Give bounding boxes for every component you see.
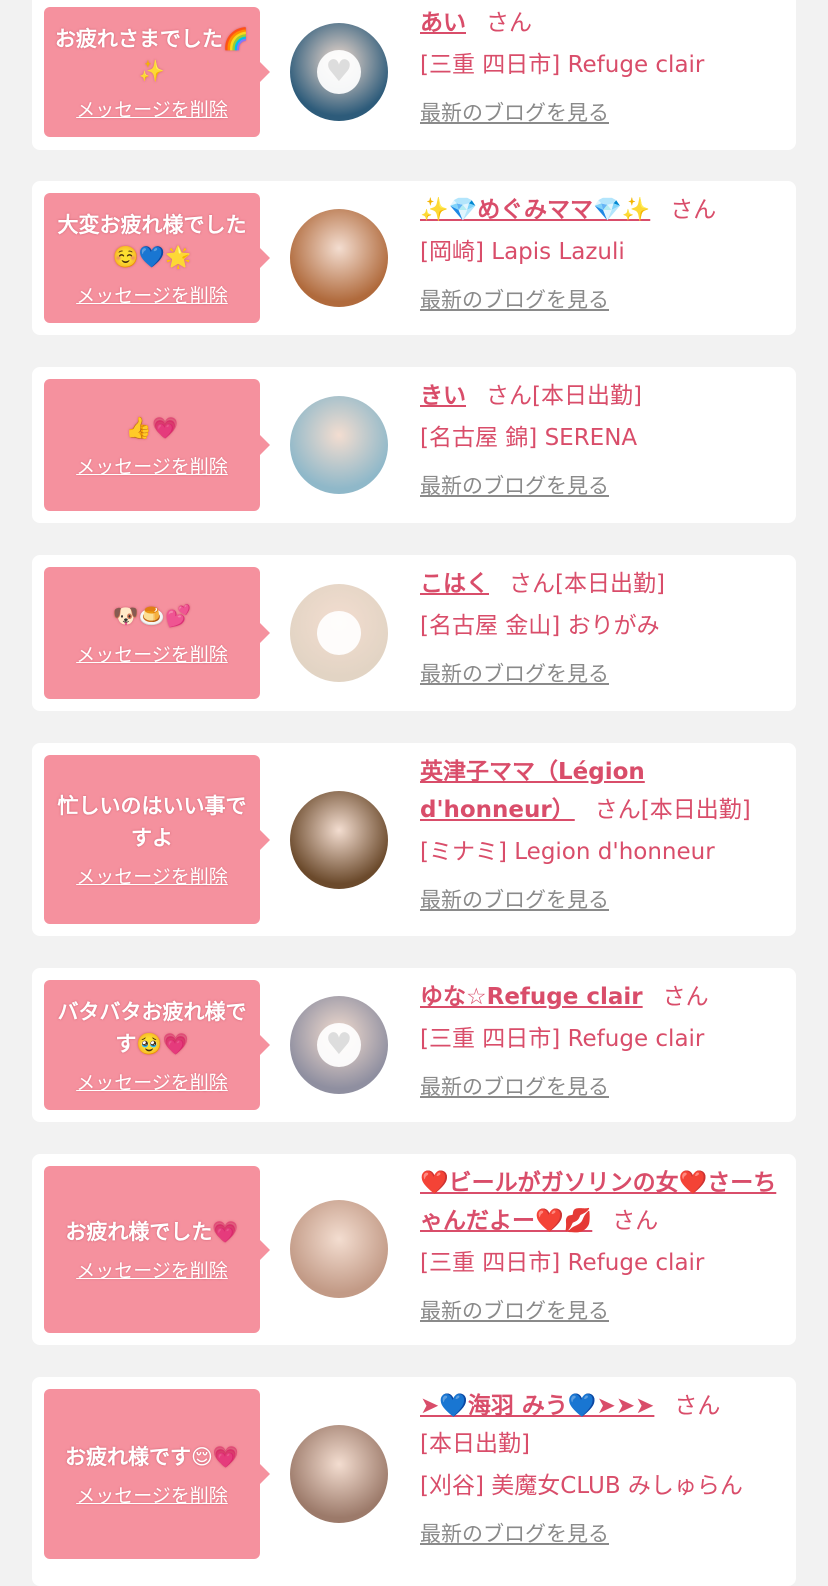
latest-blog-link[interactable]: 最新のブログを見る [420,469,780,503]
message-card: 👍💗 メッセージを削除 きい さん[本日出勤] [名古屋 錦] SERENA 最新… [32,367,796,523]
san-label: さん [509,571,555,597]
delete-message-link[interactable]: メッセージを削除 [76,281,228,308]
cast-name-link[interactable]: こはく [420,571,489,597]
message-card: 🐶🍮💕 メッセージを削除 こはく さん[本日出勤] [名古屋 金山] おりがみ 最… [32,555,796,711]
blur-mask-icon [317,611,361,655]
profile-info: こはく さん[本日出勤] [名古屋 金山] おりがみ 最新のブログを見る [420,565,780,691]
avatar[interactable] [290,1200,388,1298]
message-card: お疲れさまでした🌈✨ メッセージを削除 ♥ あい さん [三重 四日市] Refu… [32,0,796,150]
delete-message-link[interactable]: メッセージを削除 [76,95,228,122]
san-label: さん [486,383,532,409]
attendance-badge: [本日出勤] [640,797,751,823]
san-label: さん [612,1208,659,1234]
san-label: さん [670,197,717,223]
san-label: さん [594,797,641,823]
avatar[interactable]: ♥ [290,23,388,121]
avatar[interactable] [290,396,388,494]
message-text: 忙しいのはいい事ですよ [57,794,247,850]
message-bubble: 忙しいのはいい事ですよ メッセージを削除 [44,755,270,924]
message-card: お疲れ様でした💗 メッセージを削除 ❤️ビールがガソリンの女❤️さーちゃんだよー… [32,1154,796,1345]
shop-info: [三重 四日市] Refuge clair [420,1250,705,1276]
shop-info: [岡崎] Lapis Lazuli [420,239,625,265]
avatar[interactable] [290,1425,388,1523]
message-bubble: バタバタお疲れ様です🥹💗 メッセージを削除 [44,980,270,1110]
name-line: ❤️ビールがガソリンの女❤️さーちゃんだよー❤️💋 さん [420,1164,780,1240]
name-line: 英津子ママ（Légion d'honneur） さん[本日出勤] [420,753,780,829]
delete-message-link[interactable]: メッセージを削除 [76,1481,228,1508]
shop-info: [ミナミ] Legion d'honneur [420,839,715,865]
message-bubble: お疲れ様でした💗 メッセージを削除 [44,1166,270,1333]
message-card: バタバタお疲れ様です🥹💗 メッセージを削除 ♥ ゆな☆Refuge clair さ… [32,968,796,1122]
latest-blog-link[interactable]: 最新のブログを見る [420,657,780,691]
cast-name-link[interactable]: あい [420,10,466,36]
delete-message-link[interactable]: メッセージを削除 [76,1256,228,1283]
avatar[interactable]: ♥ [290,996,388,1094]
san-label: さん [662,984,709,1010]
san-label: さん [486,10,532,36]
name-line: きい さん[本日出勤] [420,377,780,415]
latest-blog-link[interactable]: 最新のブログを見る [420,1517,780,1551]
delete-message-link[interactable]: メッセージを削除 [76,640,228,667]
name-line: ゆな☆Refuge clair さん [420,978,780,1016]
message-bubble: 🐶🍮💕 メッセージを削除 [44,567,270,699]
cast-name-link[interactable]: きい [420,383,466,409]
profile-info: ❤️ビールがガソリンの女❤️さーちゃんだよー❤️💋 さん [三重 四日市] Ref… [420,1164,780,1328]
name-line: ➤💙海羽 みう💙➤➤➤ さん [本日出勤] [420,1387,780,1463]
latest-blog-link[interactable]: 最新のブログを見る [420,96,780,130]
name-line: こはく さん[本日出勤] [420,565,780,603]
cast-name-link[interactable]: ✨💎めぐみママ💎✨ [420,197,650,223]
latest-blog-link[interactable]: 最新のブログを見る [420,283,780,317]
message-bubble: 👍💗 メッセージを削除 [44,379,270,511]
shop-info: [名古屋 錦] SERENA [420,425,638,451]
profile-info: きい さん[本日出勤] [名古屋 錦] SERENA 最新のブログを見る [420,377,780,503]
message-text: 🐶🍮💕 [112,603,192,628]
attendance-badge: [本日出勤] [555,571,665,597]
heart-mask-icon: ♥ [317,50,361,94]
profile-info: 英津子ママ（Légion d'honneur） さん[本日出勤] [ミナミ] Le… [420,753,780,917]
name-line: あい さん [420,4,780,42]
message-bubble: お疲れさまでした🌈✨ メッセージを削除 [44,7,270,137]
shop-info: [三重 四日市] Refuge clair [420,52,705,78]
message-text: お疲れ様です😌💗 [64,1444,240,1469]
shop-info: [刈谷] 美魔女CLUB みしゅらん [420,1473,743,1499]
delete-message-link[interactable]: メッセージを削除 [76,1068,228,1095]
profile-info: ➤💙海羽 みう💙➤➤➤ さん [本日出勤] [刈谷] 美魔女CLUB みしゅらん 最… [420,1387,780,1551]
message-card: お疲れ様です😌💗 メッセージを削除 ➤💙海羽 みう💙➤➤➤ さん [本日出勤] [刈… [32,1377,796,1586]
profile-info: あい さん [三重 四日市] Refuge clair 最新のブログを見る [420,4,780,130]
avatar[interactable] [290,209,388,307]
latest-blog-link[interactable]: 最新のブログを見る [420,1294,780,1328]
avatar[interactable] [290,584,388,682]
avatar[interactable] [290,791,388,889]
profile-info: ✨💎めぐみママ💎✨ さん [岡崎] Lapis Lazuli 最新のブログを見る [420,191,780,317]
cast-name-link[interactable]: ゆな☆Refuge clair [420,984,643,1010]
latest-blog-link[interactable]: 最新のブログを見る [420,1070,780,1104]
message-text: バタバタお疲れ様です🥹💗 [57,999,247,1056]
cast-name-link[interactable]: ➤💙海羽 みう💙➤➤➤ [420,1393,654,1419]
message-card: 忙しいのはいい事ですよ メッセージを削除 英津子ママ（Légion d'honn… [32,743,796,936]
shop-info: [名古屋 金山] おりがみ [420,613,660,639]
message-bubble: お疲れ様です😌💗 メッセージを削除 [44,1389,270,1559]
message-card: 大変お疲れ様でした☺️💙🌟 メッセージを削除 ✨💎めぐみママ💎✨ さん [岡崎] … [32,181,796,335]
cast-name-link[interactable]: ❤️ビールがガソリンの女❤️さーちゃんだよー❤️💋 [420,1170,776,1234]
heart-mask-icon: ♥ [317,1023,361,1067]
attendance-badge: [本日出勤] [532,383,642,409]
san-label: さん [674,1393,721,1419]
message-text: 大変お疲れ様でした☺️💙🌟 [57,212,247,269]
profile-info: ゆな☆Refuge clair さん [三重 四日市] Refuge clair … [420,978,780,1104]
message-list: お疲れさまでした🌈✨ メッセージを削除 ♥ あい さん [三重 四日市] Refu… [0,0,828,1586]
latest-blog-link[interactable]: 最新のブログを見る [420,883,780,917]
message-text: お疲れ様でした💗 [65,1220,239,1244]
delete-message-link[interactable]: メッセージを削除 [76,862,228,889]
message-bubble: 大変お疲れ様でした☺️💙🌟 メッセージを削除 [44,193,270,323]
message-text: お疲れさまでした🌈✨ [54,26,250,83]
shop-info: [三重 四日市] Refuge clair [420,1026,705,1052]
attendance-badge: [本日出勤] [420,1431,530,1457]
delete-message-link[interactable]: メッセージを削除 [76,452,228,479]
message-text: 👍💗 [125,415,179,440]
name-line: ✨💎めぐみママ💎✨ さん [420,191,780,229]
